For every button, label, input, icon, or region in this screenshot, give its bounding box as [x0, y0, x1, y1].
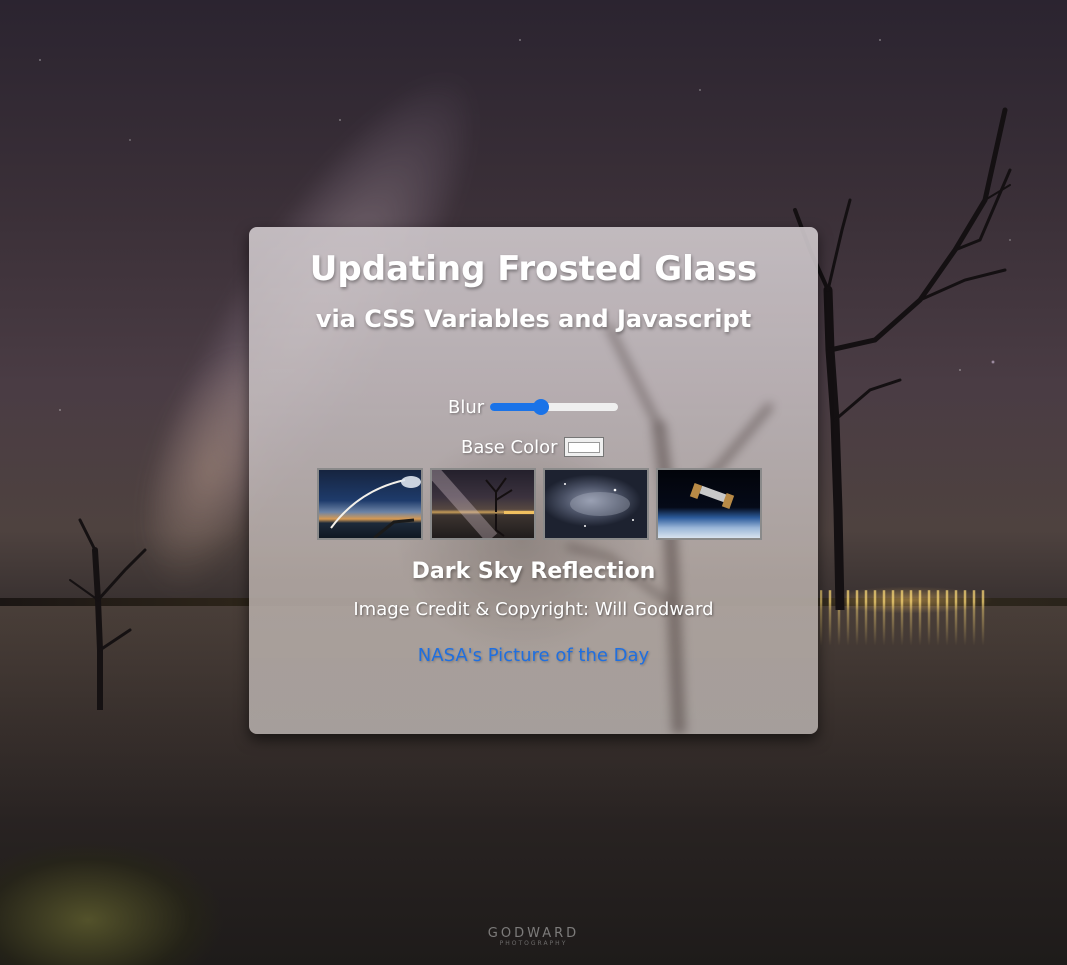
- blur-control: Blur: [448, 395, 619, 419]
- image-title: Dark Sky Reflection: [411, 559, 656, 584]
- watermark-subtitle: PHOTOGRAPHY: [499, 940, 568, 947]
- background-thumbnails: [317, 468, 762, 540]
- page-subtitle: via CSS Variables and Javascript: [315, 305, 752, 333]
- nebula-photo-icon: [564, 483, 634, 527]
- dark-sky-reflection-thumbnail[interactable]: [430, 468, 536, 540]
- dead-tree-left: [69, 518, 147, 710]
- tree-reflection-photo-icon: [432, 470, 534, 538]
- hubble-telescope-thumbnail[interactable]: [656, 468, 762, 540]
- watermark-brand: GODWARD: [487, 926, 580, 941]
- rocket-launch-thumbnail[interactable]: [317, 468, 423, 540]
- base-color-control: Base Color: [461, 434, 604, 460]
- base-color-picker[interactable]: [563, 437, 604, 457]
- base-color-label: Base Color: [461, 436, 558, 458]
- nasa-apod-link[interactable]: NASA's Picture of the Day: [249, 645, 818, 666]
- base-color-swatch: [567, 441, 600, 453]
- blur-slider[interactable]: [490, 399, 619, 415]
- nebula-thumbnail[interactable]: [543, 468, 649, 540]
- blur-slider-thumb[interactable]: [533, 399, 550, 415]
- blur-label: Blur: [448, 396, 485, 418]
- rocket-launch-photo-icon: [330, 476, 421, 538]
- image-credit: Image Credit & Copyright: Will Godward: [353, 599, 714, 620]
- page-title: Updating Frosted Glass: [309, 249, 758, 289]
- frosted-glass-card: Updating Frosted Glass via CSS Variables…: [249, 227, 818, 734]
- space-telescope-photo-icon: [689, 483, 735, 509]
